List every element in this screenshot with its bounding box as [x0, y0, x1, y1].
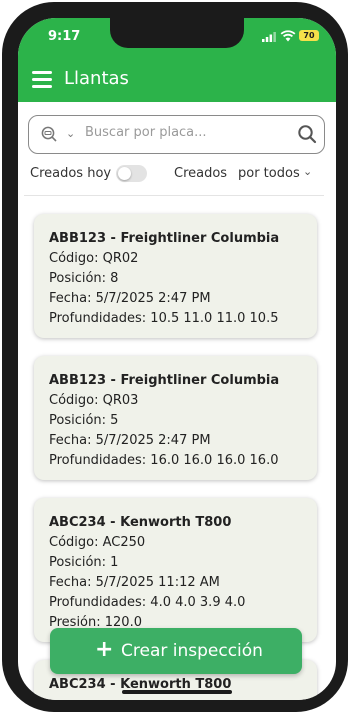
- card-depths: Profundidades: 16.0 16.0 16.0 16.0: [49, 453, 279, 468]
- phone-frame: 9:17 70 Llantas ⌄ Buscar por placa... Cr…: [2, 2, 348, 712]
- toggle-knob: [118, 167, 131, 180]
- card-code: Código: QR02: [49, 251, 139, 266]
- filter-row: Creados hoy Creados por todos ⌄: [18, 164, 336, 184]
- card-date: Fecha: 5/7/2025 11:12 AM: [49, 575, 220, 590]
- created-by-select[interactable]: por todos: [238, 166, 300, 181]
- tire-card[interactable]: ABB123 - Freightliner Columbia Código: Q…: [34, 214, 317, 338]
- created-by-label: Creados: [174, 166, 228, 181]
- divider: [24, 195, 324, 196]
- created-today-label: Creados hoy: [30, 166, 112, 181]
- status-time: 9:17: [48, 29, 81, 44]
- card-position: Posición: 8: [49, 271, 119, 286]
- card-code: Código: QR03: [49, 393, 139, 408]
- notch: [110, 18, 244, 48]
- card-date: Fecha: 5/7/2025 2:47 PM: [49, 291, 211, 306]
- card-title: ABB123 - Freightliner Columbia: [49, 373, 280, 388]
- battery-indicator: 70: [299, 30, 319, 41]
- card-position: Posición: 1: [49, 555, 119, 570]
- screen: 9:17 70 Llantas ⌄ Buscar por placa... Cr…: [18, 18, 336, 700]
- create-inspection-label: Crear inspección: [121, 641, 263, 661]
- card-title: ABB123 - Freightliner Columbia: [49, 231, 280, 246]
- scan-plate-icon[interactable]: [41, 126, 57, 142]
- wifi-icon: [280, 30, 296, 42]
- page-title: Llantas: [64, 68, 129, 89]
- created-today-toggle[interactable]: [116, 165, 147, 182]
- card-position: Posición: 5: [49, 413, 119, 428]
- search-icon[interactable]: [297, 124, 317, 144]
- home-indicator: [122, 690, 232, 694]
- tire-card[interactable]: ABB123 - Freightliner Columbia Código: Q…: [34, 356, 317, 480]
- chevron-down-icon[interactable]: ⌄: [66, 127, 75, 140]
- create-inspection-button[interactable]: + Crear inspección: [50, 628, 302, 674]
- card-title: ABC234 - Kenworth T800: [49, 515, 232, 530]
- app-bar: Llantas: [18, 58, 336, 102]
- search-input[interactable]: [85, 125, 285, 140]
- card-depths: Profundidades: 10.5 11.0 11.0 10.5: [49, 311, 279, 326]
- cellular-signal-icon: [262, 32, 276, 42]
- tire-card[interactable]: ABC234 - Kenworth T800 Código: AC250 Pos…: [34, 498, 317, 642]
- hamburger-menu-icon[interactable]: [32, 71, 52, 89]
- card-date: Fecha: 5/7/2025 2:47 PM: [49, 433, 211, 448]
- plus-icon: +: [95, 637, 114, 662]
- status-bar: 9:17 70: [18, 18, 336, 58]
- search-bar: ⌄: [28, 115, 325, 154]
- card-depths: Profundidades: 4.0 4.0 3.9 4.0: [49, 595, 246, 610]
- chevron-down-icon[interactable]: ⌄: [303, 165, 312, 178]
- card-code: Código: AC250: [49, 535, 146, 550]
